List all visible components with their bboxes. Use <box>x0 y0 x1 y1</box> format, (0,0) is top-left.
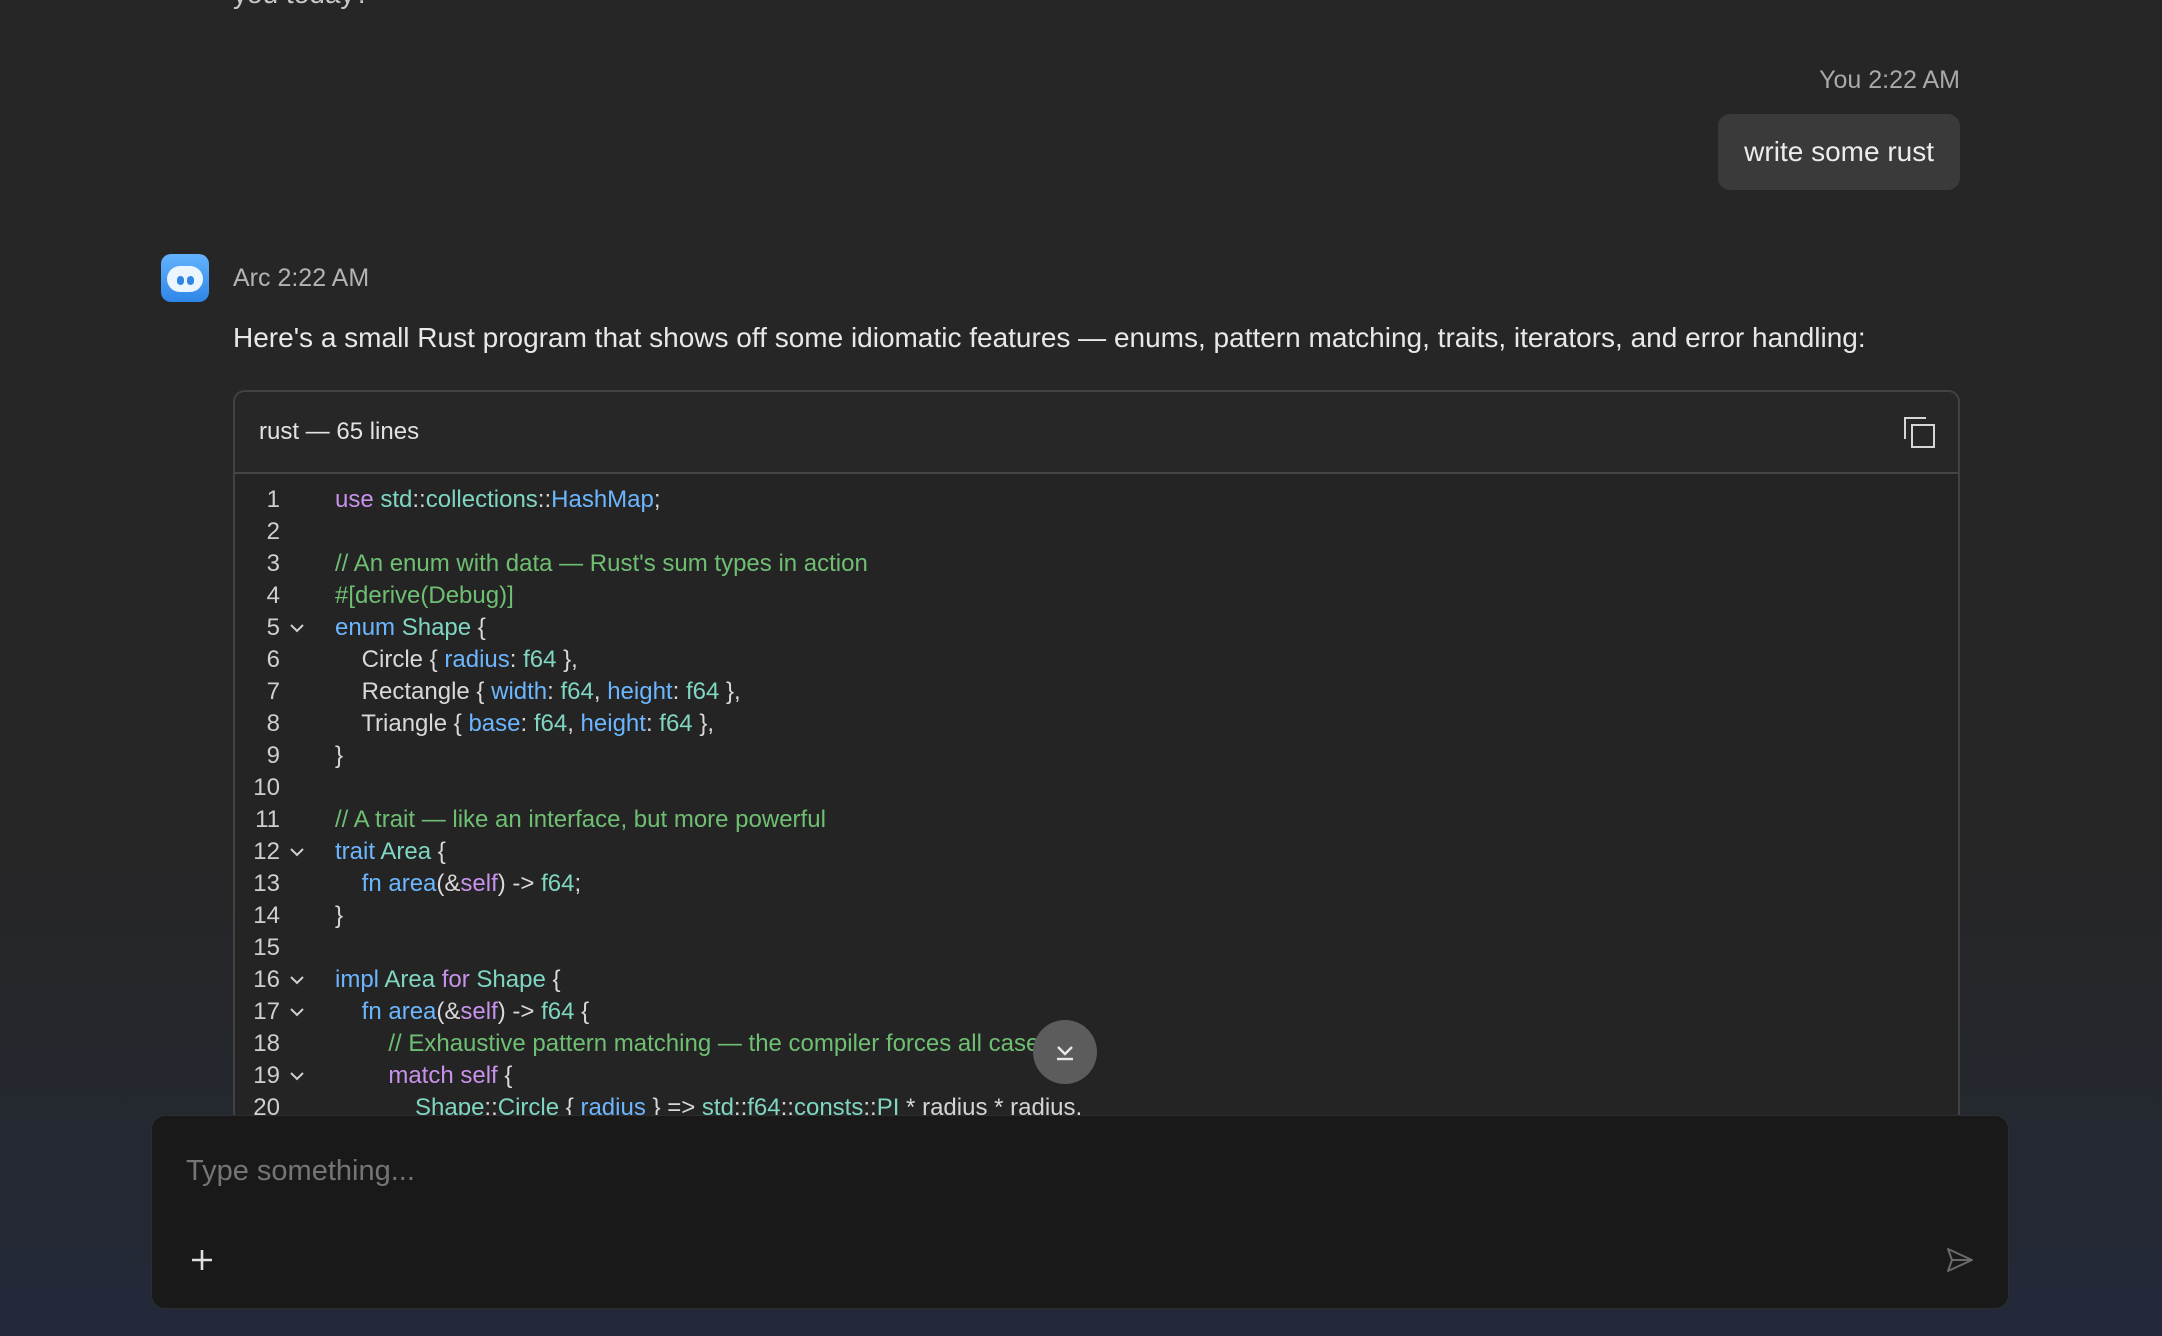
code-line: 6 Circle { radius: f64 }, <box>235 644 1958 676</box>
code-block: rust — 65 lines 1 use std::collections::H… <box>233 390 1960 1150</box>
scroll-down-icon[interactable] <box>1033 1020 1097 1084</box>
line-number: 5 <box>266 614 280 641</box>
line-number: 7 <box>266 678 280 705</box>
code-line: 15 <box>235 932 1958 964</box>
chevron-down-icon[interactable] <box>280 846 313 858</box>
user-message-text: write some rust <box>1744 136 1934 167</box>
code-block-header: rust — 65 lines <box>235 392 1958 474</box>
line-number: 15 <box>253 934 280 961</box>
line-number: 14 <box>253 902 280 929</box>
code-line: 10 <box>235 772 1958 804</box>
code-line: 19 match self { <box>235 1060 1958 1092</box>
code-text: } <box>335 742 344 769</box>
plus-icon[interactable] <box>182 1240 222 1280</box>
code-line: 3 // An enum with data — Rust's sum types… <box>235 548 1958 580</box>
code-text: fn area(&self) -> f64 { <box>361 998 590 1025</box>
user-message-bubble: write some rust <box>1718 114 1960 190</box>
code-text: // Exhaustive pattern matching — the com… <box>388 1030 1052 1057</box>
message-composer <box>151 1115 2009 1309</box>
copy-icon[interactable] <box>1902 415 1936 449</box>
assistant-message-meta: Arc 2:22 AM <box>233 264 369 293</box>
code-text: Triangle { base: f64, height: f64 }, <box>361 710 715 737</box>
chevron-down-icon[interactable] <box>280 1070 313 1082</box>
line-number: 12 <box>253 838 280 865</box>
message-input[interactable] <box>184 1154 1888 1189</box>
line-number: 11 <box>255 806 280 833</box>
code-text: enum Shape { <box>335 614 486 641</box>
line-number: 17 <box>253 998 280 1025</box>
assistant-author: Arc <box>233 264 271 292</box>
code-text: Rectangle { width: f64, height: f64 }, <box>361 678 741 705</box>
code-line: 11 // A trait — like an interface, but mo… <box>235 804 1958 836</box>
previous-message-fragment: you today? <box>233 0 370 10</box>
chevron-down-icon[interactable] <box>280 622 313 634</box>
code-text: trait Area { <box>335 838 446 865</box>
code-text: impl Area for Shape { <box>335 966 561 993</box>
code-body: 1 use std::collections::HashMap; 2 3 // An… <box>235 474 1958 1124</box>
assistant-time: 2:22 AM <box>277 264 370 292</box>
code-line: 4 #[derive(Debug)] <box>235 580 1958 612</box>
line-number: 6 <box>266 646 280 673</box>
code-line: 16 impl Area for Shape { <box>235 964 1958 996</box>
line-number: 1 <box>266 486 280 513</box>
user-time: 2:22 AM <box>1868 66 1960 94</box>
line-number: 13 <box>253 870 280 897</box>
code-line: 13 fn area(&self) -> f64; <box>235 868 1958 900</box>
assistant-intro-text: Here's a small Rust program that shows o… <box>233 322 1866 353</box>
line-number: 19 <box>253 1062 280 1089</box>
line-number: 16 <box>253 966 280 993</box>
code-line: 1 use std::collections::HashMap; <box>235 484 1958 516</box>
code-line: 2 <box>235 516 1958 548</box>
code-line: 9} <box>235 740 1958 772</box>
line-number: 10 <box>253 774 280 801</box>
code-text: fn area(&self) -> f64; <box>361 870 582 897</box>
code-text: #[derive(Debug)] <box>335 582 514 609</box>
code-line: 17 fn area(&self) -> f64 { <box>235 996 1958 1028</box>
line-number: 3 <box>266 550 280 577</box>
code-line: 5 enum Shape { <box>235 612 1958 644</box>
code-text: } <box>335 902 344 929</box>
chevron-down-icon[interactable] <box>280 974 313 986</box>
send-icon[interactable] <box>1944 1244 1976 1276</box>
code-block-title: rust — 65 lines <box>259 418 420 445</box>
user-message-meta: You 2:22 AM <box>1819 66 1960 95</box>
chevron-down-icon[interactable] <box>280 1006 313 1018</box>
code-line: 7 Rectangle { width: f64, height: f64 }, <box>235 676 1958 708</box>
user-author: You <box>1819 66 1862 94</box>
code-line: 8 Triangle { base: f64, height: f64 }, <box>235 708 1958 740</box>
code-text: match self { <box>388 1062 513 1089</box>
assistant-avatar <box>161 254 209 302</box>
code-line: 12 trait Area { <box>235 836 1958 868</box>
line-number: 8 <box>266 710 280 737</box>
code-text: // An enum with data — Rust's sum types … <box>335 550 868 577</box>
code-text: // A trait — like an interface, but more… <box>335 806 826 833</box>
code-text: use std::collections::HashMap; <box>335 486 661 513</box>
line-number: 2 <box>266 518 280 545</box>
line-number: 4 <box>266 582 280 609</box>
line-number: 9 <box>266 742 280 769</box>
code-text: Circle { radius: f64 }, <box>361 646 578 673</box>
code-line: 14} <box>235 900 1958 932</box>
line-number: 18 <box>253 1030 280 1057</box>
